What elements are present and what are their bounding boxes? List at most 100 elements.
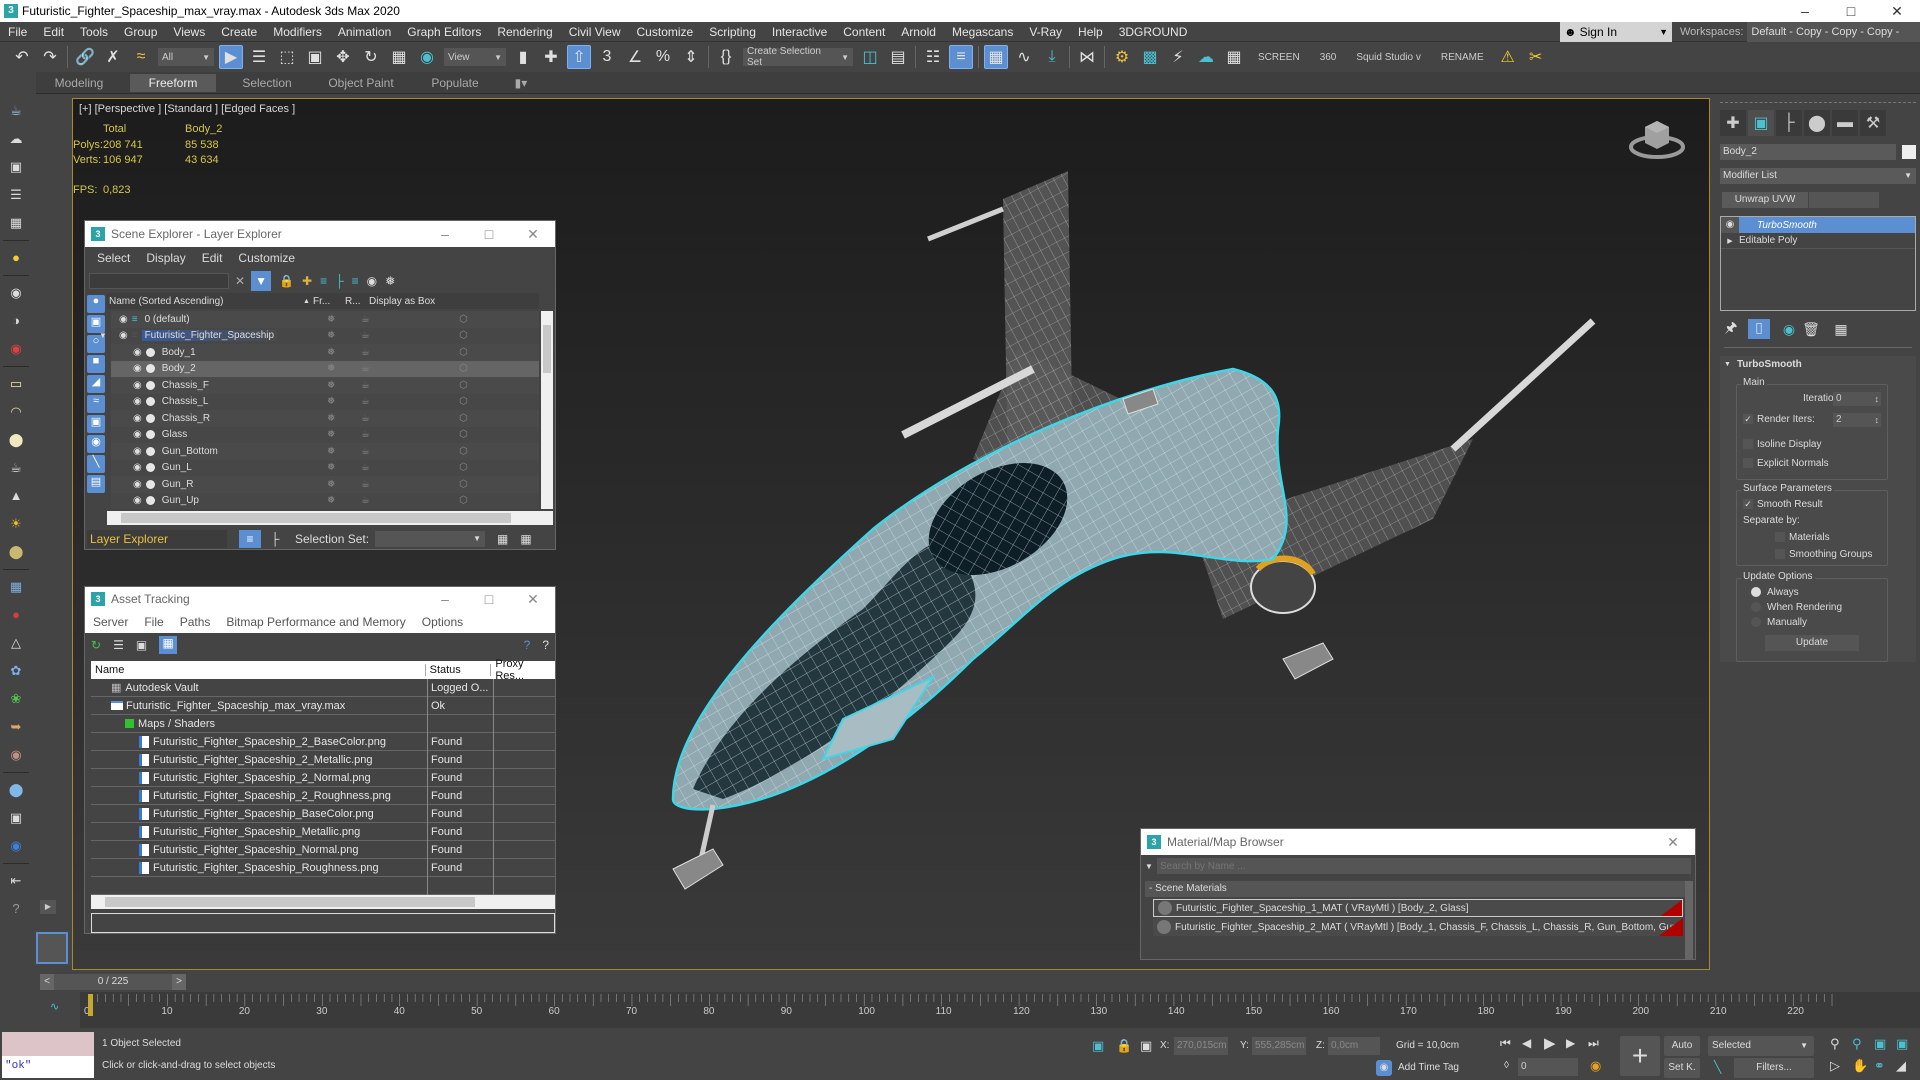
align-icon[interactable]: ▤ bbox=[886, 45, 910, 69]
close-button[interactable]: ✕ bbox=[511, 591, 555, 608]
display-as-box-icon[interactable]: ⬡ bbox=[459, 462, 468, 473]
key-filters-button[interactable]: Filters... bbox=[1734, 1058, 1814, 1078]
maximize-button[interactable]: □ bbox=[467, 226, 511, 243]
expand-arrow-icon[interactable]: ▼ bbox=[99, 331, 107, 340]
time-tag-icon[interactable]: ◉ bbox=[1376, 1060, 1392, 1076]
set-key-button[interactable]: Set K. bbox=[1664, 1058, 1700, 1078]
freeze-icon[interactable]: ❅ bbox=[327, 462, 335, 473]
freeze-icon[interactable]: ❅ bbox=[327, 396, 335, 407]
display-tab-icon[interactable]: ▬ bbox=[1832, 110, 1858, 136]
radio-unselected[interactable] bbox=[1751, 617, 1761, 628]
rectangular-selection-icon[interactable]: ⬚ bbox=[275, 45, 299, 69]
eye-icon[interactable]: ◉ bbox=[133, 396, 142, 407]
teapot-icon[interactable]: ☕ bbox=[5, 100, 27, 122]
vray-volume-icon[interactable]: ✿ bbox=[5, 660, 27, 682]
freeze-icon[interactable]: ❅ bbox=[327, 495, 335, 506]
column-name[interactable]: Name (Sorted Ascending) bbox=[107, 296, 303, 307]
rollout-header[interactable]: ▼ TurboSmooth bbox=[1720, 356, 1916, 372]
auto-key-button[interactable]: Auto bbox=[1664, 1036, 1700, 1056]
scene-search-input[interactable] bbox=[89, 273, 229, 289]
camera-icon[interactable]: ◉ bbox=[5, 282, 27, 304]
menu-views[interactable]: Views bbox=[165, 22, 213, 42]
freeze-icon[interactable]: ❅ bbox=[327, 429, 335, 440]
menu-vray[interactable]: V-Ray bbox=[1021, 22, 1070, 42]
display-as-box-icon[interactable]: ⬡ bbox=[459, 380, 468, 391]
display-as-box-icon[interactable]: ⬡ bbox=[459, 363, 468, 374]
mini-viewport-toggle[interactable] bbox=[36, 932, 68, 964]
material-search-input[interactable] bbox=[1157, 858, 1691, 874]
make-unique-icon[interactable]: ◉ bbox=[1778, 321, 1800, 338]
asset-row[interactable]: ▦ Autodesk Vault Logged O... bbox=[91, 679, 555, 697]
field-of-view-icon[interactable]: ▷ bbox=[1830, 1058, 1840, 1074]
column-status[interactable]: Status bbox=[426, 664, 492, 676]
show-end-result-icon[interactable]: ▯ bbox=[1748, 319, 1770, 339]
highlight-icon[interactable]: ? bbox=[542, 638, 549, 652]
asset-row[interactable]: Futuristic_Fighter_Spaceship_BaseColor.p… bbox=[91, 805, 555, 823]
table-panel-icon[interactable]: ▦ bbox=[5, 212, 27, 234]
renderable-teapot-icon[interactable]: ☕ bbox=[361, 413, 370, 424]
go-to-start-icon[interactable]: ⏮ bbox=[1500, 1036, 1511, 1051]
eye-icon[interactable]: ◉ bbox=[133, 495, 142, 506]
chevron-down-icon[interactable]: ▼ bbox=[1141, 862, 1157, 871]
menu-tools[interactable]: Tools bbox=[72, 22, 116, 42]
checkbox-checked[interactable]: ✓ bbox=[1743, 499, 1753, 510]
always-radio[interactable]: Always bbox=[1751, 587, 1799, 598]
scene-row[interactable]: ◉ Chassis_L ❅ ☕ ⬡ bbox=[111, 393, 539, 410]
tab-modeling[interactable]: Modeling bbox=[36, 74, 122, 92]
window-crossing-icon[interactable]: ▣ bbox=[303, 45, 327, 69]
column-display-as-box[interactable]: Display as Box bbox=[369, 296, 435, 307]
tab-freeform[interactable]: Freeform bbox=[130, 73, 216, 92]
vray-sun-icon[interactable]: ☀ bbox=[5, 513, 27, 535]
menu-server[interactable]: Server bbox=[85, 615, 136, 629]
renderable-teapot-icon[interactable]: ☕ bbox=[361, 495, 370, 506]
close-button[interactable]: ✕ bbox=[1651, 834, 1695, 851]
curve-editor-icon[interactable]: ∿ bbox=[1012, 45, 1036, 69]
vray-light-plane-icon[interactable]: ▭ bbox=[5, 373, 27, 395]
filter-icon[interactable]: ▼ bbox=[251, 271, 272, 291]
hierarchy-tab-icon[interactable]: ├ bbox=[1776, 110, 1802, 136]
undo-icon[interactable]: ↶ bbox=[10, 45, 34, 69]
zoom-all-icon[interactable]: ⚲ bbox=[1852, 1036, 1862, 1052]
next-frame-button[interactable]: > bbox=[172, 974, 186, 990]
material-item-2[interactable]: Futuristic_Fighter_Spaceship_2_MAT ( VRa… bbox=[1153, 918, 1683, 936]
eye-icon[interactable]: ◉ bbox=[1721, 217, 1739, 233]
display-as-box-icon[interactable]: ⬡ bbox=[459, 330, 468, 341]
vray-render-region-icon[interactable]: ◉ bbox=[5, 835, 27, 857]
menu-group[interactable]: Group bbox=[116, 22, 165, 42]
percent-snap-icon[interactable]: % bbox=[651, 45, 675, 69]
freeze-icon[interactable]: ❅ bbox=[327, 446, 335, 457]
next-key-icon[interactable]: ▶ bbox=[1566, 1036, 1575, 1050]
scene-row[interactable]: ◉ Gun_R ❅ ☕ ⬡ bbox=[111, 476, 539, 493]
x-coordinate-field[interactable]: 270,015cm bbox=[1174, 1037, 1228, 1055]
menu-customize[interactable]: Customize bbox=[230, 251, 303, 265]
vray-sphere-fade-icon[interactable]: ⬤ bbox=[5, 779, 27, 801]
spinner-snap-icon[interactable]: ⇕ bbox=[679, 45, 703, 69]
track-bar[interactable]: 0 10 20 30 40 50 60 70 80 90 100 110 120 130 140 150 160… bbox=[80, 992, 1920, 1028]
screen-button[interactable]: SCREEN bbox=[1248, 52, 1310, 63]
display-as-box-icon[interactable]: ⬡ bbox=[459, 479, 468, 490]
renderable-teapot-icon[interactable]: ☕ bbox=[361, 429, 370, 440]
expand-arrow-icon[interactable]: ▶ bbox=[1721, 237, 1739, 245]
display-as-box-icon[interactable]: ⬡ bbox=[459, 446, 468, 457]
asset-path-field[interactable] bbox=[91, 913, 555, 933]
modifier-set-button[interactable] bbox=[1809, 192, 1879, 208]
warning-icon[interactable]: ⚠ bbox=[1496, 45, 1520, 69]
vray-fur-icon[interactable]: △ bbox=[5, 632, 27, 654]
eye-icon[interactable]: ◉ bbox=[133, 429, 142, 440]
menu-create[interactable]: Create bbox=[213, 22, 265, 42]
checkbox-checked[interactable]: ✓ bbox=[1743, 414, 1753, 425]
asset-row[interactable]: Futuristic_Fighter_Spaceship_Metallic.pn… bbox=[91, 823, 555, 841]
menu-civil-view[interactable]: Civil View bbox=[561, 22, 629, 42]
scene-row[interactable]: ◉ Glass ❅ ☕ ⬡ bbox=[111, 426, 539, 443]
eye-icon[interactable]: ◉ bbox=[133, 413, 142, 424]
freeze-icon[interactable]: ❅ bbox=[327, 413, 335, 424]
maxscript-listener-input[interactable] bbox=[2, 1032, 94, 1056]
asset-row[interactable]: Futuristic_Fighter_Spaceship_2_Normal.pn… bbox=[91, 769, 555, 787]
material-editor-icon[interactable]: ⋈ bbox=[1075, 45, 1099, 69]
menu-bitmap-performance[interactable]: Bitmap Performance and Memory bbox=[218, 615, 413, 629]
scene-row[interactable]: ◉ Chassis_R ❅ ☕ ⬡ bbox=[111, 410, 539, 427]
render-grid-icon[interactable]: ▦ bbox=[1222, 45, 1246, 69]
named-selection-dropdown[interactable]: Create Selection Set ▼ bbox=[743, 46, 853, 68]
help-icon[interactable]: ? bbox=[524, 638, 531, 652]
hierarchy-mode-icon[interactable]: ├ bbox=[265, 532, 285, 546]
